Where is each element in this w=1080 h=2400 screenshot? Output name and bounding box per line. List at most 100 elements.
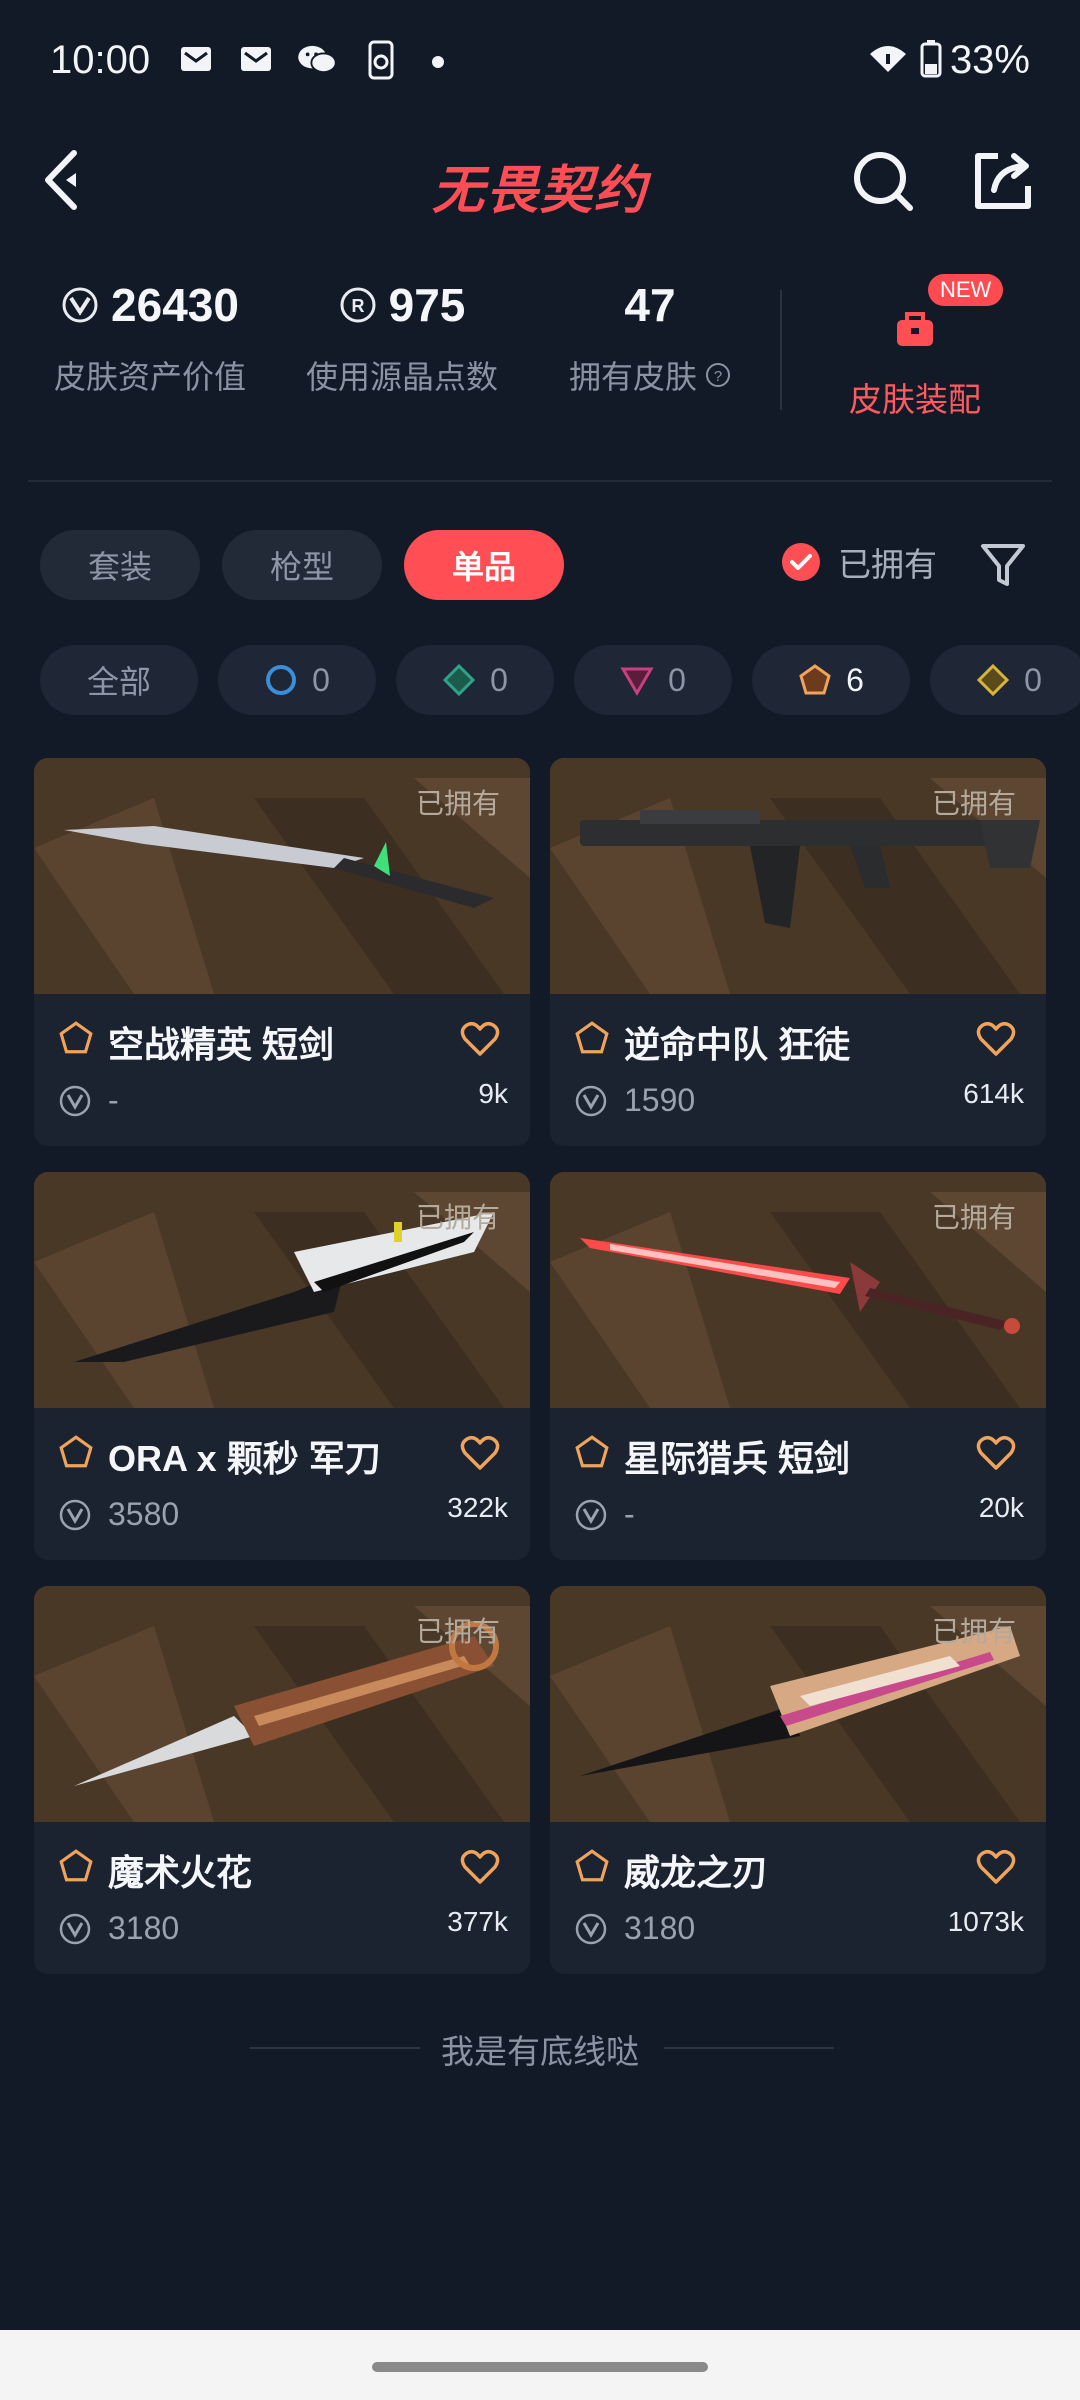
rarity-chip-premium[interactable]: 0 [574,645,732,715]
stat-radianite: R 975 使用源晶点数 [302,270,502,398]
stats-panel: 26430 皮肤资产价值 R 975 使用源晶点数 47 拥有皮肤 ? NEW … [0,270,1080,430]
filter-icon[interactable] [980,540,1026,590]
heart-icon[interactable] [460,1848,500,1886]
vp-icon [575,1913,607,1945]
chip-count: 0 [1024,661,1042,698]
owned-filter-label: 已拥有 [838,546,937,583]
ultra-tier-icon [976,663,1010,697]
vp-icon [575,1499,607,1531]
svg-text:R: R [351,296,364,316]
exclusive-tier-icon [59,1849,93,1882]
check-icon [782,543,820,581]
owned-tag: 已拥有 [931,1202,1016,1233]
wifi-icon [870,46,906,72]
vp-icon [59,1499,91,1531]
deluxe-tier-icon [442,663,476,697]
svg-text:?: ? [714,368,722,385]
rarity-chip-ultra[interactable]: 0 [930,645,1080,715]
tab-bundle[interactable]: 套装 [40,530,200,600]
like-count: 377k [447,1906,508,1937]
stat-label: 使用源晶点数 [305,359,498,395]
rarity-chip-deluxe[interactable]: 0 [396,645,554,715]
like-count: 322k [447,1492,508,1523]
status-time: 10:00 [50,38,151,82]
skin-name: 魔术火花 [108,1852,253,1893]
status-bar: 10:00 33% [0,0,1080,120]
wechat-icon [298,45,337,74]
chip-label: 全部 [86,664,151,700]
rarity-chip-all[interactable]: 全部 [40,645,198,715]
tab-single-item[interactable]: 单品 [404,530,564,600]
premium-tier-icon [620,667,654,696]
stat-label: 皮肤资产价值 [53,359,246,395]
heart-icon[interactable] [460,1020,500,1058]
owned-tag: 已拥有 [931,1616,1016,1647]
app-header: 无畏契约 [0,130,1080,230]
skin-price: 3580 [108,1496,180,1532]
end-of-list-note: 我是有底线哒 [441,2033,639,2070]
loadout-bag-icon [897,312,933,346]
owned-tag: 已拥有 [931,788,1016,819]
skin-card[interactable]: 已拥有 魔术火花 3180 377k [34,1586,530,1974]
skin-card[interactable]: 已拥有 星际猎兵 短剑 - 20k [550,1172,1046,1560]
skin-loadout-button[interactable]: NEW 皮肤装配 [810,270,1020,421]
skin-name: 空战精英 短剑 [108,1024,335,1065]
rarity-chip-exclusive[interactable]: 6 [752,645,910,715]
skin-name: ORA x 颗秒 军刀 [108,1438,381,1479]
notification-dot [432,56,444,68]
skin-name: 星际猎兵 短剑 [624,1438,851,1479]
stat-asset-value: 26430 皮肤资产价值 [50,270,250,398]
stat-label: 拥有皮肤 [568,359,697,395]
stat-value: 47 [624,279,676,331]
heart-icon[interactable] [460,1434,500,1472]
share-icon[interactable] [970,148,1036,214]
skin-price: - [624,1496,635,1532]
select-tier-icon [266,665,297,695]
heart-icon[interactable] [976,1020,1016,1058]
mail-icon [181,47,211,71]
stat-value: 26430 [111,279,239,331]
owned-tag: 已拥有 [415,1616,500,1647]
exclusive-tier-icon [59,1021,93,1054]
like-count: 20k [978,1492,1024,1523]
skin-card[interactable]: 已拥有 逆命中队 狂徒 1590 614k [550,758,1046,1146]
rarity-filter-row: 全部 0 0 0 6 0 [40,645,1080,715]
phone-sync-icon [368,40,394,80]
owned-tag: 已拥有 [415,788,500,819]
vp-icon [59,1913,91,1945]
page-title: 无畏契约 [431,162,648,220]
chip-count: 0 [490,661,508,698]
new-badge: NEW [928,274,1004,306]
vp-icon [575,1085,607,1117]
exclusive-tier-icon [575,1435,609,1468]
heart-icon[interactable] [976,1434,1016,1472]
skin-price: 3180 [108,1910,180,1946]
skin-card[interactable]: 已拥有 ORA x 颗秒 军刀 3580 322k [34,1172,530,1560]
skin-name: 逆命中队 狂徒 [624,1024,851,1065]
stat-value: 975 [388,279,466,331]
section-divider [28,480,1052,482]
search-icon[interactable] [850,148,916,214]
skin-card[interactable]: 已拥有 威龙之刃 3180 1073k [550,1586,1046,1974]
mail-icon [241,47,271,71]
chip-count: 0 [312,661,330,698]
skin-price: 3180 [624,1910,696,1946]
owned-filter-toggle[interactable]: 已拥有 [782,538,937,586]
radianite-icon: R [340,287,376,323]
chip-count: 6 [846,661,864,698]
skin-price: - [108,1082,119,1118]
exclusive-tier-icon [59,1435,93,1468]
stat-owned-skins: 47 拥有皮肤 ? [560,270,740,398]
skin-price: 1590 [624,1082,696,1118]
help-icon[interactable]: ? [705,362,731,388]
like-count: 9k [478,1078,508,1109]
tab-weapon-type[interactable]: 枪型 [222,530,382,600]
skin-card[interactable]: 已拥有 空战精英 短剑 - 9k [34,758,530,1146]
chip-count: 0 [668,661,686,698]
battery-percent: 33% [949,38,1030,82]
exclusive-tier-icon [575,1849,609,1882]
footer-line-right [664,2047,834,2049]
rarity-chip-select[interactable]: 0 [218,645,376,715]
heart-icon[interactable] [976,1848,1016,1886]
home-indicator[interactable] [372,2362,708,2372]
